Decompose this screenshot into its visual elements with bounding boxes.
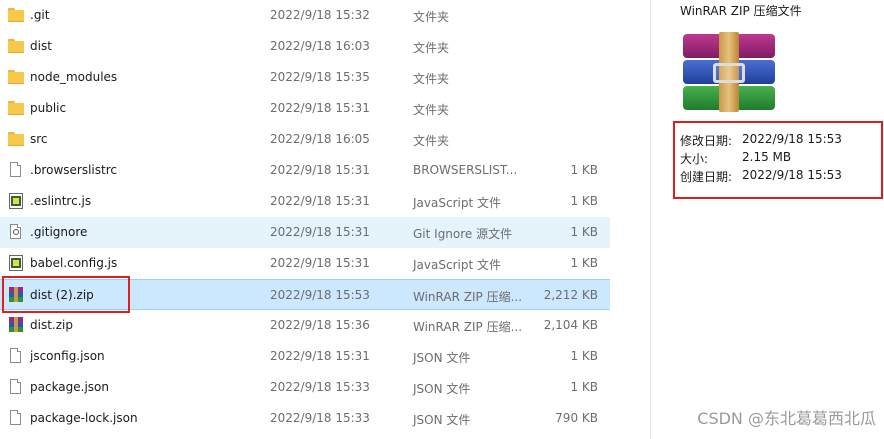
file-size: 1 KB [570, 194, 598, 208]
file-type: 文件夹 [413, 103, 450, 117]
file-type: 文件夹 [413, 10, 450, 24]
file-name: .eslintrc.js [30, 194, 92, 208]
document-icon [8, 410, 24, 426]
property-value: 2022/9/18 15:53 [742, 168, 842, 182]
document-icon [8, 379, 24, 395]
file-date: 2022/9/18 15:35 [270, 70, 370, 84]
winrar-archive-icon [683, 32, 775, 112]
file-type: JSON 文件 [413, 382, 471, 396]
file-size: 2,104 KB [543, 318, 598, 332]
file-type: 文件夹 [413, 72, 450, 86]
file-date: 2022/9/18 15:31 [270, 163, 370, 177]
file-name: dist [30, 39, 52, 53]
file-row-dist[interactable]: dist 2022/9/18 16:03 文件夹 [0, 31, 610, 62]
file-type: JavaScript 文件 [413, 196, 501, 210]
file-size: 2,212 KB [543, 288, 598, 302]
file-date: 2022/9/18 15:36 [270, 318, 370, 332]
file-name: babel.config.js [30, 256, 118, 270]
folder-icon [8, 100, 24, 116]
file-date: 2022/9/18 15:31 [270, 101, 370, 115]
file-name: public [30, 101, 67, 115]
file-row-src[interactable]: src 2022/9/18 16:05 文件夹 [0, 124, 610, 155]
file-date: 2022/9/18 15:31 [270, 256, 370, 270]
file-size: 1 KB [570, 380, 598, 394]
file-name: .git [30, 8, 50, 22]
file-date: 2022/9/18 15:33 [270, 411, 370, 425]
file-date: 2022/9/18 15:31 [270, 194, 370, 208]
file-date: 2022/9/18 16:03 [270, 39, 370, 53]
file-date: 2022/9/18 15:31 [270, 349, 370, 363]
file-type: JSON 文件 [413, 351, 471, 365]
file-type: BROWSERSLIST... [413, 163, 518, 177]
property-label: 创建日期: [680, 170, 733, 184]
file-row-package-json[interactable]: package.json 2022/9/18 15:33 JSON 文件 1 K… [0, 372, 610, 403]
winrar-archive-icon [8, 287, 24, 303]
file-date: 2022/9/18 15:31 [270, 225, 370, 239]
file-name: dist (2).zip [30, 288, 94, 302]
file-name: jsconfig.json [30, 349, 105, 363]
file-date: 2022/9/18 15:32 [270, 8, 370, 22]
javascript-file-icon [8, 193, 24, 209]
file-type: WinRAR ZIP 压缩... [413, 290, 523, 304]
file-name: package.json [30, 380, 110, 394]
file-size: 790 KB [555, 411, 598, 425]
file-row-browserslistrc[interactable]: .browserslistrc 2022/9/18 15:31 BROWSERS… [0, 155, 610, 186]
file-row-git[interactable]: .git 2022/9/18 15:32 文件夹 [0, 0, 610, 31]
file-name: node_modules [30, 70, 118, 84]
folder-icon [8, 69, 24, 85]
file-type: JSON 文件 [413, 413, 471, 427]
file-name: .browserslistrc [30, 163, 117, 177]
file-type: WinRAR ZIP 压缩... [413, 320, 523, 334]
file-name: .gitignore [30, 225, 88, 239]
document-icon [8, 162, 24, 178]
file-row-babel-config[interactable]: babel.config.js 2022/9/18 15:31 JavaScri… [0, 248, 610, 279]
file-date: 2022/9/18 15:53 [270, 288, 370, 302]
folder-icon [8, 131, 24, 147]
watermark: CSDN @东北葛葛西北瓜 [697, 409, 876, 428]
file-size: 1 KB [570, 225, 598, 239]
property-label: 大小: [680, 152, 709, 166]
file-row-jsconfig[interactable]: jsconfig.json 2022/9/18 15:31 JSON 文件 1 … [0, 341, 610, 372]
winrar-archive-icon [8, 317, 24, 333]
gitignore-file-icon [8, 224, 24, 240]
file-row-eslintrc[interactable]: .eslintrc.js 2022/9/18 15:31 JavaScript … [0, 186, 610, 217]
folder-icon [8, 7, 24, 23]
preview-pane: WinRAR ZIP 压缩文件 修改日期: 2022/9/18 15:53 大小… [651, 0, 884, 439]
file-date: 2022/9/18 16:05 [270, 132, 370, 146]
file-row-package-lock[interactable]: package-lock.json 2022/9/18 15:33 JSON 文… [0, 403, 610, 434]
file-name: src [30, 132, 48, 146]
file-row-public[interactable]: public 2022/9/18 15:31 文件夹 [0, 93, 610, 124]
file-row-dist-zip[interactable]: dist.zip 2022/9/18 15:36 WinRAR ZIP 压缩..… [0, 310, 610, 341]
file-name: package-lock.json [30, 411, 138, 425]
file-type: 文件夹 [413, 134, 450, 148]
document-icon [8, 348, 24, 364]
property-value: 2022/9/18 15:53 [742, 132, 842, 146]
file-type: JavaScript 文件 [413, 258, 501, 272]
preview-file-type: WinRAR ZIP 压缩文件 [680, 4, 802, 18]
file-size: 1 KB [570, 349, 598, 363]
file-type: Git Ignore 源文件 [413, 227, 513, 241]
file-list: .git 2022/9/18 15:32 文件夹 dist 2022/9/18 … [0, 0, 610, 439]
property-value: 2.15 MB [742, 150, 792, 164]
file-size: 1 KB [570, 163, 598, 177]
folder-icon [8, 38, 24, 54]
javascript-file-icon [8, 255, 24, 271]
file-type: 文件夹 [413, 41, 450, 55]
property-label: 修改日期: [680, 134, 733, 148]
file-row-dist-2-zip[interactable]: dist (2).zip 2022/9/18 15:53 WinRAR ZIP … [0, 279, 610, 310]
file-size: 1 KB [570, 256, 598, 270]
file-name: dist.zip [30, 318, 73, 332]
file-explorer-window: .git 2022/9/18 15:32 文件夹 dist 2022/9/18 … [0, 0, 884, 439]
file-date: 2022/9/18 15:33 [270, 380, 370, 394]
file-row-node-modules[interactable]: node_modules 2022/9/18 15:35 文件夹 [0, 62, 610, 93]
file-row-gitignore[interactable]: .gitignore 2022/9/18 15:31 Git Ignore 源文… [0, 217, 610, 248]
